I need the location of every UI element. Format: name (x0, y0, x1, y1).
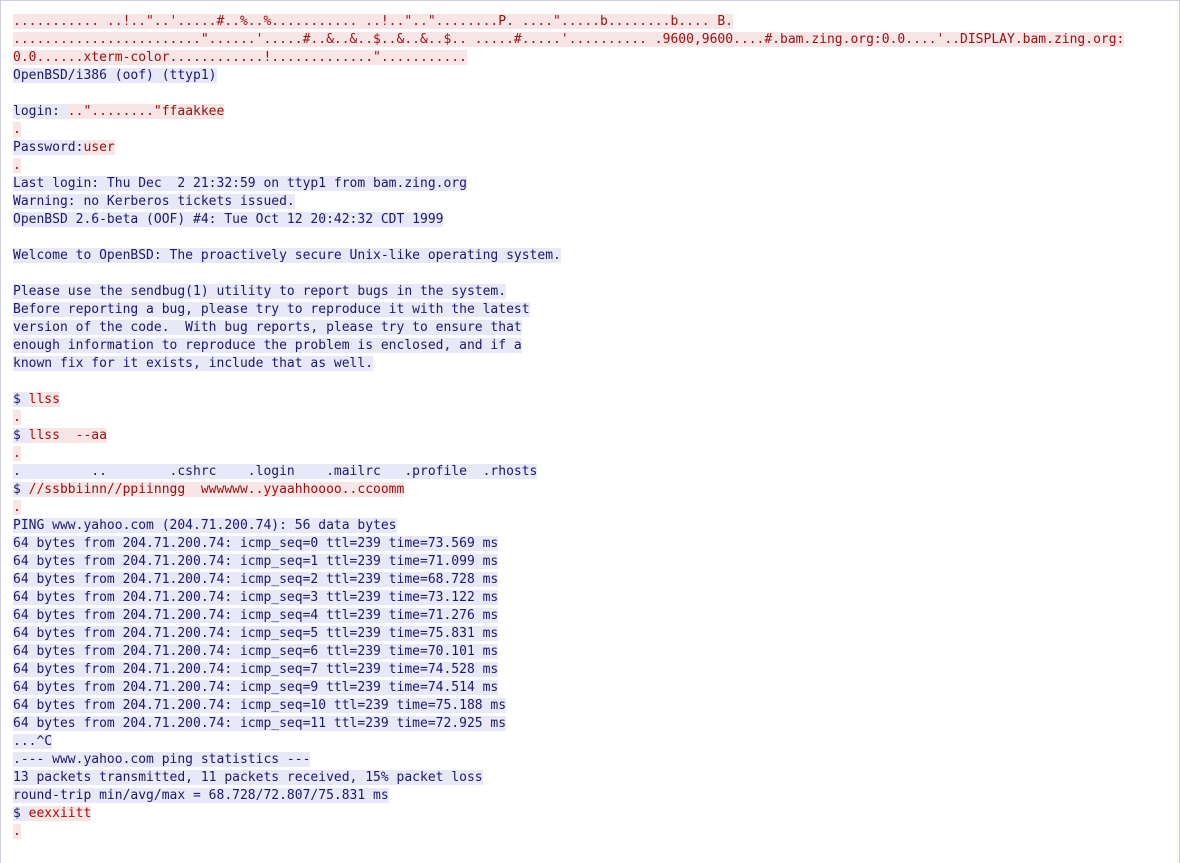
terminal-line: . (13, 499, 1179, 517)
client-input-text: ........... ..!.."..'.....#..%..%.......… (13, 14, 734, 29)
terminal-line: 64 bytes from 204.71.200.74: icmp_seq=3 … (13, 589, 1179, 607)
terminal-line: version of the code. With bug reports, p… (13, 319, 1179, 337)
server-output-text: OpenBSD/i386 (oof) (ttyp1) (13, 68, 217, 83)
server-output-text: 13 packets transmitted, 11 packets recei… (13, 770, 483, 785)
terminal-line: Before reporting a bug, please try to re… (13, 301, 1179, 319)
server-output-text: $ (13, 392, 29, 407)
terminal-line: round-trip min/avg/max = 68.728/72.807/7… (13, 787, 1179, 805)
server-output-text: 64 bytes from 204.71.200.74: icmp_seq=2 … (13, 572, 499, 587)
client-input-text: llss --aa (28, 428, 107, 443)
client-input-text: . (13, 410, 21, 425)
server-output-text: enough information to reproduce the prob… (13, 338, 522, 353)
server-output-text: login: (13, 104, 68, 119)
terminal-line: known fix for it exists, include that as… (13, 355, 1179, 373)
terminal-line: . (13, 445, 1179, 463)
server-output-text: Last login: Thu Dec 2 21:32:59 on ttyp1 … (13, 176, 467, 191)
server-output-text: 64 bytes from 204.71.200.74: icmp_seq=0 … (13, 536, 499, 551)
server-output-text: 64 bytes from 204.71.200.74: icmp_seq=5 … (13, 626, 499, 641)
terminal-line: OpenBSD/i386 (oof) (ttyp1) (13, 67, 1179, 85)
terminal-line: Please use the sendbug(1) utility to rep… (13, 283, 1179, 301)
terminal-line: ...^C (13, 733, 1179, 751)
client-input-text: //ssbbiinn//ppiinngg wwwwww..yyaahhoooo.… (28, 482, 405, 497)
terminal-line: 64 bytes from 204.71.200.74: icmp_seq=0 … (13, 535, 1179, 553)
terminal-line: 64 bytes from 204.71.200.74: icmp_seq=4 … (13, 607, 1179, 625)
terminal-line: . (13, 823, 1179, 841)
terminal-line: 64 bytes from 204.71.200.74: icmp_seq=1 … (13, 553, 1179, 571)
terminal-line: 64 bytes from 204.71.200.74: icmp_seq=10… (13, 697, 1179, 715)
server-output-text: 64 bytes from 204.71.200.74: icmp_seq=7 … (13, 662, 499, 677)
terminal-line: Last login: Thu Dec 2 21:32:59 on ttyp1 … (13, 175, 1179, 193)
terminal-line: 64 bytes from 204.71.200.74: icmp_seq=2 … (13, 571, 1179, 589)
server-output-text: Please use the sendbug(1) utility to rep… (13, 284, 507, 299)
server-output-text: Warning: no Kerberos tickets issued. (13, 194, 295, 209)
terminal-line: $ //ssbbiinn//ppiinngg wwwwww..yyaahhooo… (13, 481, 1179, 499)
terminal-line: Password:user (13, 139, 1179, 157)
client-input-text: user (83, 140, 115, 155)
server-output-text: PING www.yahoo.com (204.71.200.74): 56 d… (13, 518, 397, 533)
server-output-text: 64 bytes from 204.71.200.74: icmp_seq=3 … (13, 590, 499, 605)
client-input-text: . (13, 446, 21, 461)
client-input-text: eexxiitt (28, 806, 92, 821)
server-output-text: $ (13, 482, 29, 497)
server-output-text: known fix for it exists, include that as… (13, 356, 374, 371)
server-output-text: Password: (13, 140, 84, 155)
terminal-line: login: .."........"ffaakkee (13, 103, 1179, 121)
terminal-line: Welcome to OpenBSD: The proactively secu… (13, 247, 1179, 265)
server-output-text: version of the code. With bug reports, p… (13, 320, 522, 335)
terminal-line: . (13, 409, 1179, 427)
terminal-line: ........... ..!.."..'.....#..%..%.......… (13, 13, 1179, 31)
terminal-line: . (13, 121, 1179, 139)
terminal-line: . (13, 157, 1179, 175)
server-output-text: 64 bytes from 204.71.200.74: icmp_seq=4 … (13, 608, 499, 623)
client-input-text: 0.0......xterm-color............!.......… (13, 50, 467, 65)
terminal-line: 13 packets transmitted, 11 packets recei… (13, 769, 1179, 787)
client-input-text: . (13, 158, 21, 173)
client-input-text: llss (28, 392, 60, 407)
client-input-text: ........................"......'.....#..… (13, 32, 1125, 47)
terminal-line: enough information to reproduce the prob… (13, 337, 1179, 355)
server-output-text: ...^C (13, 734, 53, 749)
server-output-text: . .. .cshrc .login .mailrc .profile .rho… (13, 464, 538, 479)
terminal-line: ........................"......'.....#..… (13, 31, 1179, 49)
terminal-line: 64 bytes from 204.71.200.74: icmp_seq=11… (13, 715, 1179, 733)
server-output-text: Before reporting a bug, please try to re… (13, 302, 530, 317)
client-input-text: . (13, 824, 21, 839)
server-output-text: 64 bytes from 204.71.200.74: icmp_seq=10… (13, 698, 507, 713)
client-input-text: . (13, 500, 21, 515)
server-output-text: $ (13, 806, 29, 821)
terminal-line: $ llss (13, 391, 1179, 409)
client-input-text: .."........"ffaakkee (67, 104, 225, 119)
terminal-line: $ llss --aa (13, 427, 1179, 445)
server-output-text: 64 bytes from 204.71.200.74: icmp_seq=9 … (13, 680, 499, 695)
terminal-line: 64 bytes from 204.71.200.74: icmp_seq=6 … (13, 643, 1179, 661)
terminal-line: Warning: no Kerberos tickets issued. (13, 193, 1179, 211)
terminal-line: 64 bytes from 204.71.200.74: icmp_seq=9 … (13, 679, 1179, 697)
server-output-text: 64 bytes from 204.71.200.74: icmp_seq=1 … (13, 554, 499, 569)
server-output-text: OpenBSD 2.6-beta (OOF) #4: Tue Oct 12 20… (13, 212, 444, 227)
telnet-session-log[interactable]: ........... ..!.."..'.....#..%..%.......… (0, 0, 1180, 863)
server-output-text: 64 bytes from 204.71.200.74: icmp_seq=6 … (13, 644, 499, 659)
server-output-text: .--- www.yahoo.com ping statistics --- (13, 752, 311, 767)
terminal-line: . .. .cshrc .login .mailrc .profile .rho… (13, 463, 1179, 481)
server-output-text: $ (13, 428, 29, 443)
terminal-line: OpenBSD 2.6-beta (OOF) #4: Tue Oct 12 20… (13, 211, 1179, 229)
terminal-line: 64 bytes from 204.71.200.74: icmp_seq=7 … (13, 661, 1179, 679)
server-output-text: Welcome to OpenBSD: The proactively secu… (13, 248, 561, 263)
server-output-text: round-trip min/avg/max = 68.728/72.807/7… (13, 788, 389, 803)
client-input-text: . (13, 122, 21, 137)
terminal-line: 64 bytes from 204.71.200.74: icmp_seq=5 … (13, 625, 1179, 643)
terminal-line: 0.0......xterm-color............!.......… (13, 49, 1179, 67)
terminal-line: .--- www.yahoo.com ping statistics --- (13, 751, 1179, 769)
server-output-text: 64 bytes from 204.71.200.74: icmp_seq=11… (13, 716, 507, 731)
terminal-line: $ eexxiitt (13, 805, 1179, 823)
terminal-line: PING www.yahoo.com (204.71.200.74): 56 d… (13, 517, 1179, 535)
